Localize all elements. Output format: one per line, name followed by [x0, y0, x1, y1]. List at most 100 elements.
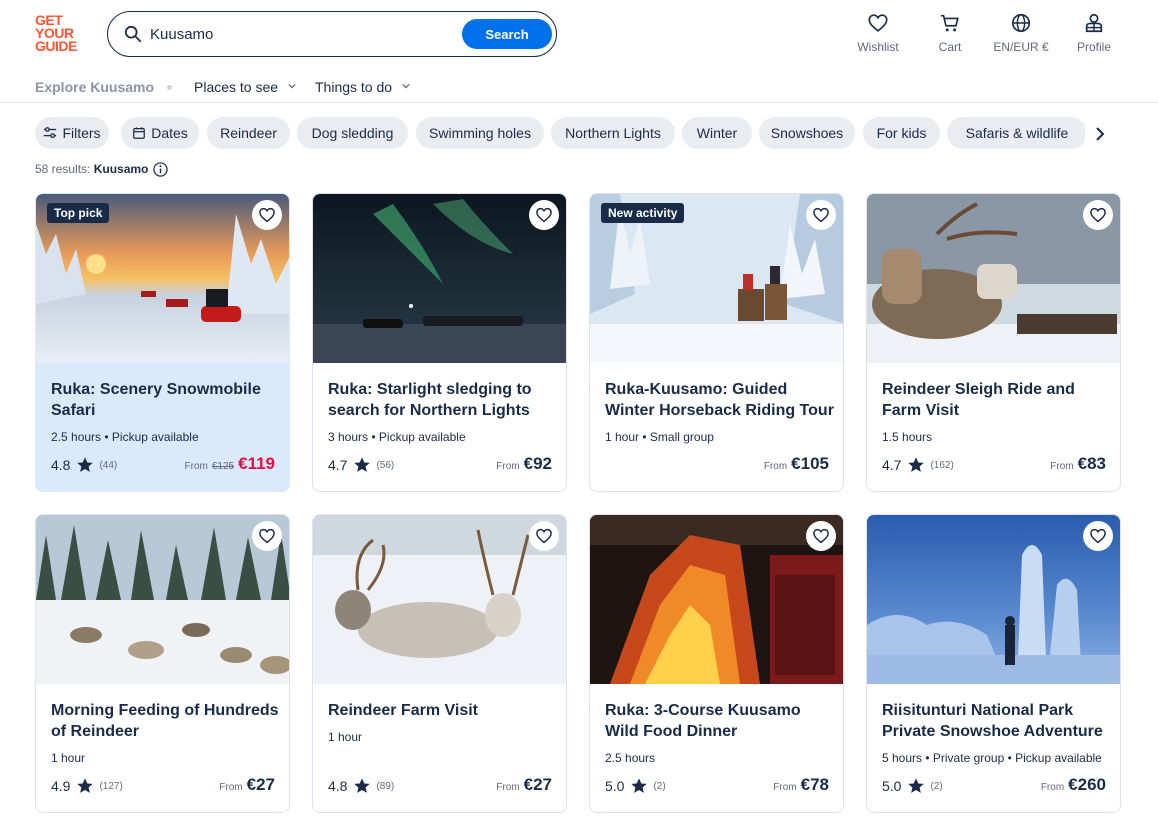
activity-card[interactable]: Riisitunturi National Park Private Snows… [866, 514, 1121, 813]
activity-price: From €83 [1050, 454, 1106, 474]
chip-snowshoes[interactable]: Snowshoes [759, 117, 855, 149]
cart-icon [940, 14, 959, 32]
top-header: GET YOUR GUIDE Search Wishlist Cart EN/E… [0, 0, 1158, 70]
chip-dog-sledding[interactable]: Dog sledding [297, 117, 408, 149]
activity-price: From €27 [219, 775, 275, 795]
price-from-label: From [1040, 782, 1065, 793]
search-input[interactable] [150, 21, 450, 47]
activity-title: Riisitunturi National Park Private Snows… [882, 702, 1103, 740]
wishlist-heart-button[interactable] [806, 521, 836, 551]
info-icon[interactable] [153, 162, 168, 177]
price-from-label: From [496, 782, 520, 793]
things-to-do-label: Things to do [315, 79, 393, 95]
chip-northern-lights[interactable]: Northern Lights [551, 117, 675, 149]
chip-label: Reindeer [220, 125, 277, 141]
chip-for-kids[interactable]: For kids [863, 117, 940, 149]
rating-value: 5.0 [605, 778, 625, 794]
activity-meta: 2.5 hours • Pickup available [51, 430, 199, 444]
search-icon [124, 25, 142, 43]
star-icon [77, 778, 94, 793]
price: €27 [246, 775, 275, 794]
price: €83 [1077, 454, 1106, 473]
review-count: (162) [930, 459, 954, 471]
explore-breadcrumb[interactable]: Explore Kuusamo [35, 79, 154, 95]
wishlist-heart-button[interactable] [529, 200, 559, 230]
rating-value: 4.7 [328, 457, 348, 473]
places-to-see-dropdown[interactable]: Places to see [194, 79, 296, 95]
profile-icon [1085, 13, 1103, 33]
activity-title: Reindeer Farm Visit [328, 702, 478, 719]
star-icon [908, 778, 925, 793]
rating-value: 4.7 [882, 457, 902, 473]
places-to-see-label: Places to see [194, 79, 279, 95]
price: €78 [800, 775, 829, 794]
logo-line: GUIDE [35, 38, 77, 54]
activity-rating: 4.9 (127) [51, 777, 123, 795]
wishlist-button[interactable]: Wishlist [852, 12, 904, 54]
results-count-text: 58 results: [35, 162, 91, 176]
activity-card[interactable]: Morning Feeding of Hundreds of Reindeer … [35, 514, 290, 813]
search-button[interactable]: Search [462, 19, 552, 49]
chip-swimming-holes[interactable]: Swimming holes [416, 117, 544, 149]
star-icon [908, 457, 925, 472]
language-currency-button[interactable]: EN/EUR € [986, 12, 1056, 54]
wishlist-heart-button[interactable] [529, 521, 559, 551]
cart-label: Cart [938, 40, 962, 54]
chip-reindeer[interactable]: Reindeer [207, 117, 290, 149]
price: €27 [523, 775, 552, 794]
rating-value: 4.9 [51, 778, 71, 794]
rating-value: 4.8 [51, 457, 71, 473]
star-icon [354, 778, 371, 793]
chip-label: Safaris & wildlife [965, 125, 1069, 141]
activity-rating: 4.7 (56) [328, 456, 394, 474]
review-count: (127) [99, 780, 123, 792]
results-count: 58 results: Kuusamo [35, 162, 148, 176]
activity-rating: 4.7 (162) [882, 456, 954, 474]
activity-title: Reindeer Sleigh Ride and Farm Visit [882, 381, 1075, 419]
activity-card[interactable]: New activity Ruka-Kuusamo: Guided Winter… [589, 193, 844, 492]
chip-label: Dates [151, 125, 188, 141]
chip-winter[interactable]: Winter [682, 117, 752, 149]
activity-rating: 4.8 (89) [328, 777, 394, 795]
activity-price: From €125 €119 [185, 454, 275, 474]
heart-icon [1090, 528, 1106, 544]
heart-icon [259, 207, 275, 223]
wishlist-heart-button[interactable] [806, 200, 836, 230]
heart-icon [536, 528, 552, 544]
activity-card[interactable]: Top pick Ruka: Scenery Snowmobile Safari… [35, 193, 290, 492]
original-price: €125 [211, 461, 235, 472]
wishlist-heart-button[interactable] [252, 521, 282, 551]
activity-card[interactable]: Reindeer Farm Visit 1 hour 4.8 (89) From… [312, 514, 567, 813]
chip-label: Dog sledding [311, 125, 394, 141]
activity-card[interactable]: Ruka: Starlight sledging to search for N… [312, 193, 567, 492]
activity-card[interactable]: Reindeer Sleigh Ride and Farm Visit 1.5 … [866, 193, 1121, 492]
price-from-label: From [496, 461, 520, 472]
activity-title: Morning Feeding of Hundreds of Reindeer [51, 702, 279, 740]
things-to-do-dropdown[interactable]: Things to do [315, 79, 410, 95]
getyourguide-logo[interactable]: GET YOUR GUIDE [35, 13, 87, 54]
activity-meta: 1 hour • Small group [605, 430, 714, 444]
chip-filters[interactable]: Filters [35, 117, 109, 149]
wishlist-heart-button[interactable] [1083, 200, 1113, 230]
activity-title: Ruka-Kuusamo: Guided Winter Horseback Ri… [605, 381, 834, 419]
cart-button[interactable]: Cart [930, 12, 970, 54]
price-from-label: From [184, 461, 208, 472]
price: €92 [523, 454, 552, 473]
price: €260 [1068, 775, 1106, 794]
profile-button[interactable]: Profile [1070, 12, 1118, 54]
sale-price: €119 [238, 454, 275, 473]
chevron-right-icon[interactable] [1090, 124, 1110, 144]
activity-meta: 1 hour [328, 730, 363, 744]
price-from-label: From [763, 461, 788, 472]
chip-dates[interactable]: Dates [121, 117, 199, 149]
heart-icon [259, 528, 275, 544]
wishlist-heart-button[interactable] [252, 200, 282, 230]
star-icon [77, 457, 94, 472]
activity-meta: 1.5 hours [882, 430, 933, 444]
activity-rating: 5.0 (2) [605, 777, 666, 795]
activity-card[interactable]: Ruka: 3-Course Kuusamo Wild Food Dinner … [589, 514, 844, 813]
activity-price: From €27 [496, 775, 552, 795]
chip-safaris-wildlife[interactable]: Safaris & wildlife [947, 117, 1085, 149]
profile-label: Profile [1076, 40, 1111, 54]
wishlist-heart-button[interactable] [1083, 521, 1113, 551]
